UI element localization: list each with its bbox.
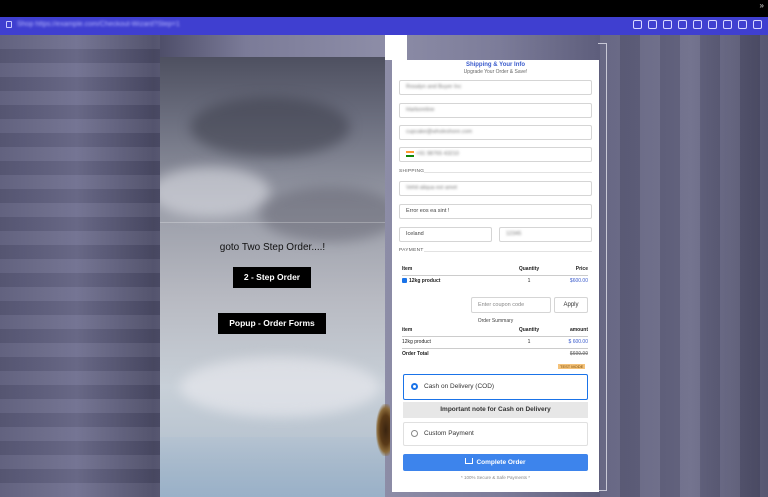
device-icon[interactable] [753, 20, 762, 29]
name-field[interactable]: Rosalyn and Buyer Inc [399, 80, 592, 95]
form-subtitle: Upgrade Your Order & Save! [463, 69, 528, 75]
address2-field[interactable]: Error eos ea sint ! [399, 204, 592, 219]
last-name-field[interactable]: Harboreline [399, 103, 592, 118]
complete-order-button[interactable]: Complete Order [403, 454, 588, 471]
camera-icon[interactable] [663, 20, 672, 29]
link-icon[interactable] [633, 20, 642, 29]
cart-icon [465, 458, 474, 465]
grid-icon[interactable] [708, 20, 717, 29]
radio-selected[interactable] [411, 383, 418, 390]
summary-table-header: item Quantity amount [402, 325, 588, 337]
summary-table: item Quantity amount 12kg product 1 $ 60… [402, 325, 588, 360]
person-head-image [376, 404, 390, 456]
zip-field[interactable]: 12345 [499, 227, 592, 242]
india-flag-icon [406, 150, 414, 157]
coupon-input[interactable]: Enter coupon code [471, 297, 551, 313]
payment-section-label: PAYMENT [399, 248, 592, 253]
two-step-order-button[interactable]: 2 - Step Order [233, 267, 311, 288]
order-total-row: Order Total $600.00 [402, 351, 588, 357]
resize-icon[interactable] [723, 20, 732, 29]
items-table: Item Quantity Price 12kg product 1 $600.… [402, 264, 588, 287]
settings-icon[interactable] [693, 20, 702, 29]
window-icon[interactable] [678, 20, 687, 29]
secure-payments-note: * 100% Secure & Safe Payments * [460, 475, 531, 480]
table-row: 12kg product 1 $ 600.00 [402, 337, 588, 349]
top-bar: » [0, 0, 768, 17]
radio-unselected[interactable] [411, 430, 418, 437]
white-strip [385, 35, 407, 60]
url-text[interactable]: Shop https://example.com/Checkout-Wizard… [17, 21, 180, 28]
shipping-section-label: SHIPPING [399, 169, 592, 174]
country-select[interactable]: Iceland [399, 227, 492, 242]
table-row: 12kg product 1 $600.00 [402, 276, 588, 287]
address-field[interactable]: Vehit aliqua est amet [399, 181, 592, 196]
menu-icon[interactable]: » [760, 1, 764, 11]
cod-option[interactable]: Cash on Delivery (COD) [403, 374, 588, 400]
toolbar-icons [633, 20, 762, 29]
form-title: Shipping & Your Info [465, 62, 526, 68]
items-table-header: Item Quantity Price [402, 264, 588, 276]
layout-icon[interactable] [738, 20, 747, 29]
cod-note: Important note for Cash on Delivery [403, 402, 588, 418]
screenshot-icon[interactable] [648, 20, 657, 29]
checkbox[interactable] [402, 278, 407, 284]
apply-coupon-button[interactable]: Apply [554, 297, 588, 313]
custom-payment-option[interactable]: Custom Payment [403, 422, 588, 446]
popup-order-forms-button[interactable]: Popup - Order Forms [218, 313, 326, 334]
lock-icon [6, 21, 12, 28]
browser-toolbar: Shop https://example.com/Checkout-Wizard… [0, 17, 768, 35]
order-form: Shipping & Your Info Upgrade Your Order … [392, 60, 599, 492]
phone-field[interactable]: +91 98765 43210 [399, 147, 592, 162]
goto-heading: goto Two Step Order....! [219, 242, 326, 253]
order-summary-label: Order Summary [477, 318, 514, 324]
email-field[interactable]: cupcake@wholeshore.com [399, 125, 592, 140]
form-frame [598, 43, 607, 491]
test-mode-badge: TEST MODE [558, 364, 586, 369]
